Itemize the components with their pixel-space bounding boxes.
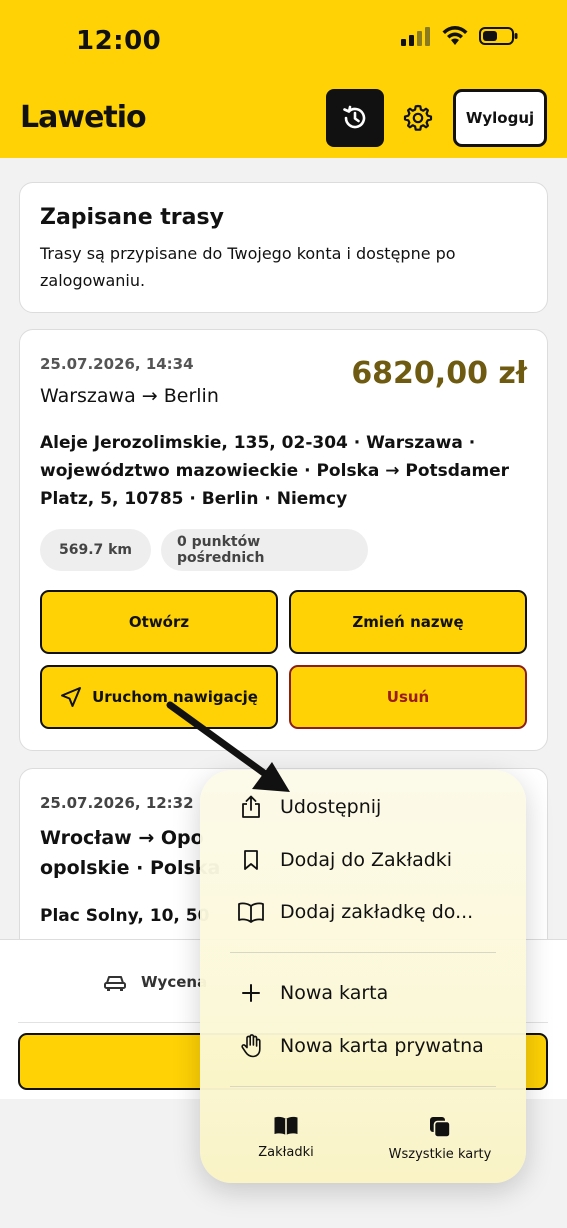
route-address: Plac Solny, 10, 50 [40, 906, 210, 926]
route-card: 25.07.2026, 14:34 6820,00 zł Warszawa → … [19, 329, 548, 751]
delete-route-label: Usuń [386, 688, 430, 706]
bookmarks-book-icon [274, 1116, 298, 1135]
hand-icon [236, 1034, 266, 1058]
status-time: 12:00 [76, 26, 162, 56]
gear-icon [403, 104, 433, 131]
menu-separator [230, 1086, 496, 1087]
route-date: 25.07.2026, 12:32 [40, 794, 194, 812]
quote-tab-label: Wycena [141, 973, 208, 991]
bookmark-icon [236, 849, 266, 871]
start-navigation-button[interactable]: Uruchom nawigację [40, 665, 278, 729]
section-title: Zapisane trasy [40, 205, 224, 230]
battery-icon [479, 27, 518, 45]
rename-route-button[interactable]: Zmień nazwę [289, 590, 527, 654]
logout-button[interactable]: Wyloguj [453, 89, 547, 147]
route-price: 6820,00 zł [351, 356, 527, 391]
distance-badge: 569.7 km [40, 529, 151, 571]
app-title: Lawetio [20, 100, 147, 135]
delete-route-button[interactable]: Usuń [289, 665, 527, 729]
navigation-arrow-icon [61, 687, 82, 707]
menu-item-add-bookmark[interactable]: Dodaj do Zakładki [200, 834, 526, 886]
footer-tab-label: Wszystkie karty [388, 1147, 492, 1162]
menu-item-new-tab[interactable]: Nowa karta [200, 967, 526, 1019]
car-icon [104, 976, 126, 991]
menu-item-add-bookmark-to[interactable]: Dodaj zakładkę do... [200, 886, 526, 938]
book-open-icon [236, 901, 266, 923]
route-address: Aleje Jerozolimskie, 135, 02-304 · Warsz… [40, 433, 510, 509]
tabs-icon [430, 1117, 451, 1138]
route-date: 25.07.2026, 14:34 [40, 355, 194, 373]
quote-tab[interactable]: Wycena [103, 972, 207, 992]
status-icons [401, 26, 519, 46]
footer-tab-all-tabs[interactable]: Wszystkie karty [382, 1116, 498, 1162]
saved-routes-info-card: Zapisane trasy Trasy są przypisane do Tw… [19, 182, 548, 313]
rename-route-label: Zmień nazwę [352, 613, 464, 631]
menu-separator [230, 952, 496, 953]
history-button[interactable] [326, 89, 384, 147]
menu-item-label: Udostępnij [280, 796, 382, 818]
menu-item-label: Nowa karta [280, 982, 389, 1004]
menu-item-new-private-tab[interactable]: Nowa karta prywatna [200, 1020, 526, 1072]
open-route-label: Otwórz [128, 613, 190, 631]
menu-item-label: Dodaj do Zakładki [280, 849, 453, 871]
footer-tab-label: Zakładki [258, 1145, 314, 1160]
settings-button[interactable] [400, 100, 436, 136]
menu-item-share[interactable]: Udostępnij [200, 781, 526, 833]
route-cities-line1: Wrocław → Opo [40, 827, 204, 849]
open-route-button[interactable]: Otwórz [40, 590, 278, 654]
app-header: Lawetio Wyloguj [0, 80, 567, 158]
footer-tab-bookmarks[interactable]: Zakładki [255, 1116, 317, 1160]
history-icon [343, 105, 366, 129]
start-navigation-label: Uruchom nawigację [92, 688, 258, 706]
menu-footer: Zakładki Wszystkie karty [200, 1100, 526, 1183]
waypoints-badge: 0 punktów pośrednich [161, 529, 368, 571]
route-cities: Wrocław → Opo opolskie · Polska [40, 823, 220, 883]
status-bar: 12:00 [0, 0, 567, 80]
share-icon [236, 795, 266, 819]
menu-item-label: Nowa karta prywatna [280, 1035, 484, 1057]
browser-context-menu: Udostępnij Dodaj do Zakładki Dodaj zakła… [200, 770, 526, 1183]
route-cities-line2: opolskie · Polska [40, 857, 221, 879]
section-description: Trasy są przypisane do Twojego konta i d… [40, 244, 456, 290]
wifi-icon [442, 26, 468, 45]
menu-item-label: Dodaj zakładkę do... [280, 901, 474, 923]
route-cities: Warszawa → Berlin [40, 385, 219, 407]
plus-icon [236, 983, 266, 1003]
signal-icon [401, 27, 430, 46]
